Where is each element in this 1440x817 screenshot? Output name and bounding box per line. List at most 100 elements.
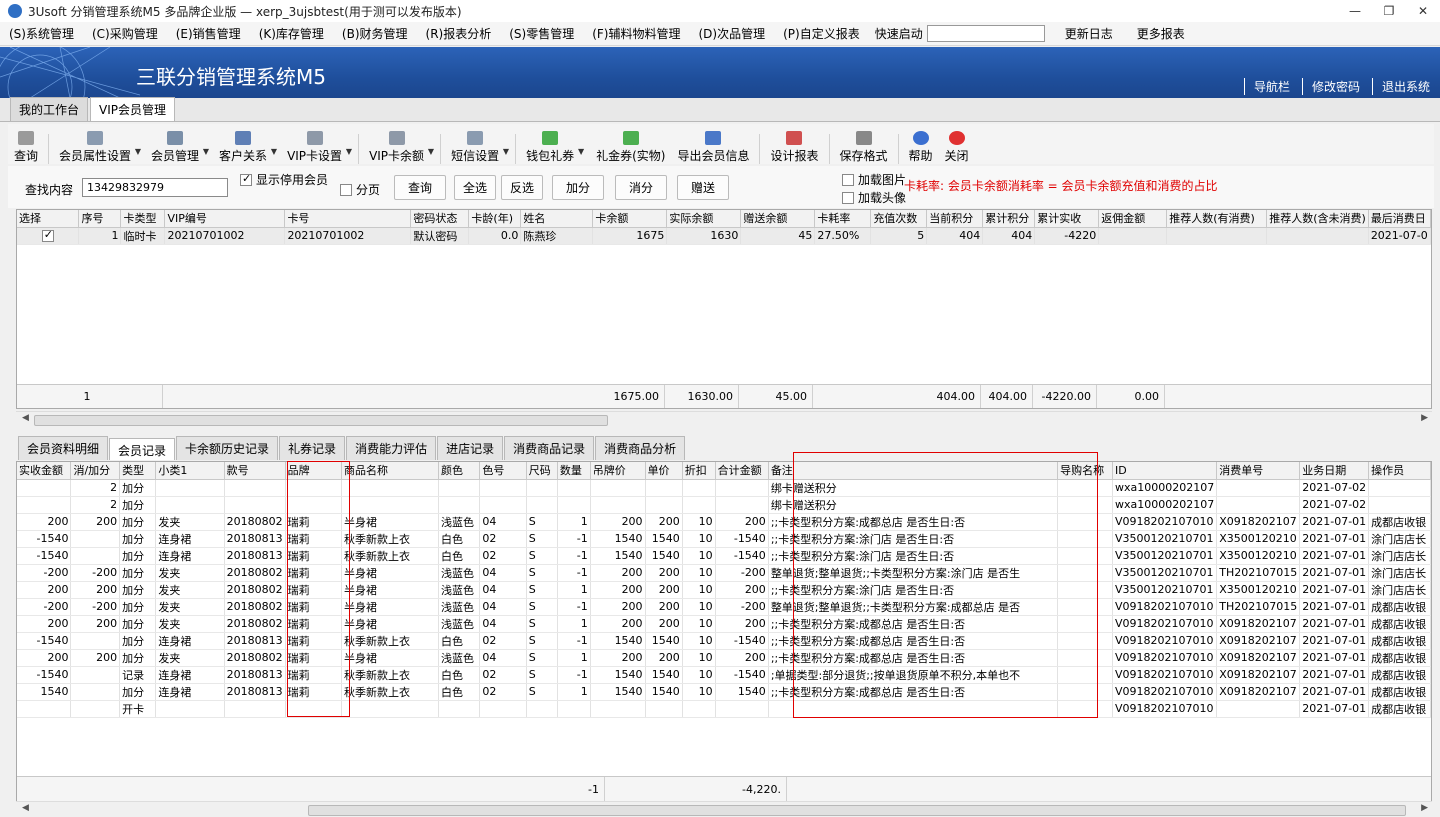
vip-card-settings-button[interactable]: VIP卡设置 ▼	[281, 131, 352, 164]
search-input[interactable]: 13429832979	[82, 178, 228, 197]
table-row[interactable]: -200 -200 加分 发夹 20180802 瑞莉 半身裙 浅蓝色 04 S -1 200 200 1…	[17, 564, 1431, 582]
scroll-left-icon[interactable]: ◀	[22, 803, 29, 813]
member-attr-button[interactable]: 会员属性设置 ▼	[53, 131, 141, 164]
vip-card-balance-button[interactable]: VIP卡余额 ▼	[363, 131, 434, 164]
deduct-points-button[interactable]: 消分	[615, 175, 667, 200]
select-all-button[interactable]: 全选	[454, 175, 496, 200]
tab-store-visits[interactable]: 进店记录	[437, 436, 504, 460]
scroll-left-icon[interactable]: ◀	[22, 413, 29, 423]
member-grid-hscrollbar[interactable]: ◀ ▶	[16, 411, 1432, 427]
paging-checkbox[interactable]: 分页	[340, 181, 380, 198]
menu-reports[interactable]: (R)报表分析	[417, 25, 501, 42]
menu-retail[interactable]: (S)零售管理	[500, 25, 583, 42]
record-grid-hscrollbar[interactable]: ◀ ▶	[16, 801, 1432, 817]
column-header[interactable]: 尺码	[526, 462, 558, 480]
menu-more-reports[interactable]: 更多报表	[1125, 25, 1197, 42]
column-header[interactable]: 累计实收	[1034, 210, 1100, 228]
close-icon[interactable]: ✕	[1406, 0, 1440, 22]
column-header[interactable]: 返佣金额	[1098, 210, 1168, 228]
load-avatar-checkbox[interactable]: 加载头像	[842, 189, 906, 206]
column-header[interactable]: 数量	[557, 462, 591, 480]
table-row[interactable]: -1540 加分 连身裙 20180813 瑞莉 秋季新款上衣 白色 02 S -1 1540 154…	[17, 547, 1431, 565]
column-header[interactable]: 选择	[17, 210, 80, 228]
minimize-icon[interactable]: —	[1338, 0, 1372, 22]
column-header[interactable]: 实收金额	[17, 462, 72, 480]
table-row[interactable]: -1540 加分 连身裙 20180813 瑞莉 秋季新款上衣 白色 02 S -1 1540 154…	[17, 632, 1431, 650]
table-row[interactable]: 2 加分 绑卡赠送积分 wxa10000202107 2021-07-02	[17, 496, 1431, 514]
tab-purchase-analysis[interactable]: 消费商品分析	[595, 436, 686, 460]
column-header[interactable]: 单价	[645, 462, 683, 480]
column-header[interactable]: 消/加分	[70, 462, 121, 480]
column-header[interactable]: 卡号	[284, 210, 412, 228]
menu-finance[interactable]: (B)财务管理	[333, 25, 417, 42]
table-row[interactable]: -1540 加分 连身裙 20180813 瑞莉 秋季新款上衣 白色 02 S -1 1540 154…	[17, 530, 1431, 548]
tab-balance-history[interactable]: 卡余额历史记录	[176, 436, 279, 460]
column-header[interactable]: 类型	[119, 462, 157, 480]
column-header[interactable]: 商品名称	[341, 462, 440, 480]
table-row[interactable]: 开卡 V0918202107010 2021-07-01 成都店收银	[17, 700, 1431, 718]
column-header[interactable]: 合计金额	[715, 462, 769, 480]
tab-member-details[interactable]: 会员资料明细	[18, 436, 109, 460]
column-header[interactable]: 最后消费日	[1368, 210, 1431, 228]
table-row[interactable]: 200 200 加分 发夹 20180802 瑞莉 半身裙 浅蓝色 04 S 1 200 200 10 20…	[17, 615, 1431, 633]
tab-coupon-records[interactable]: 礼券记录	[279, 436, 346, 460]
table-row[interactable]: -200 -200 加分 发夹 20180802 瑞莉 半身裙 浅蓝色 04 S -1 200 200 1…	[17, 598, 1431, 616]
save-format-button[interactable]: 保存格式	[834, 131, 894, 164]
close-button[interactable]: 关闭	[939, 131, 975, 164]
column-header[interactable]: 吊牌价	[590, 462, 646, 480]
menu-defects[interactable]: (D)次品管理	[690, 25, 775, 42]
column-header[interactable]: 充值次数	[870, 210, 928, 228]
add-points-button[interactable]: 加分	[552, 175, 604, 200]
column-header[interactable]: 卡类型	[120, 210, 166, 228]
column-header[interactable]: 卡余额	[592, 210, 668, 228]
column-header[interactable]: 赠送余额	[740, 210, 816, 228]
show-disabled-checkbox[interactable]: 显示停用会员	[240, 171, 328, 188]
sms-settings-button[interactable]: 短信设置 ▼	[445, 131, 509, 164]
invert-selection-button[interactable]: 反选	[501, 175, 543, 200]
quick-launch-input[interactable]	[926, 25, 1045, 42]
column-header[interactable]: 当前积分	[926, 210, 984, 228]
query-button[interactable]: 查询	[8, 131, 44, 164]
customer-relation-button[interactable]: 客户关系 ▼	[213, 131, 277, 164]
menu-custom-reports[interactable]: (P)自定义报表	[774, 25, 869, 42]
tab-purchase-records[interactable]: 消费商品记录	[504, 436, 595, 460]
tab-workbench[interactable]: 我的工作台	[10, 97, 89, 121]
column-header[interactable]: 推荐人数(有消费)	[1166, 210, 1268, 228]
load-image-checkbox[interactable]: 加载图片	[842, 171, 906, 188]
restore-icon[interactable]: ❐	[1372, 0, 1406, 22]
member-manage-button[interactable]: 会员管理 ▼	[145, 131, 209, 164]
table-row[interactable]: 200 200 加分 发夹 20180802 瑞莉 半身裙 浅蓝色 04 S 1 200 200 10 20…	[17, 513, 1431, 531]
tab-spending-evaluation[interactable]: 消费能力评估	[346, 436, 437, 460]
gift-voucher-button[interactable]: 礼金券(实物)	[590, 131, 671, 164]
menu-purchase[interactable]: (C)采购管理	[83, 25, 167, 42]
menu-materials[interactable]: (F)辅料物料管理	[583, 25, 689, 42]
column-header[interactable]: 实际余额	[666, 210, 742, 228]
table-row[interactable]: 1临时卡2021070100220210701002默认密码0.0陈燕珍1675…	[17, 227, 1431, 245]
column-header[interactable]: 姓名	[520, 210, 594, 228]
table-row[interactable]: -1540 记录 连身裙 20180813 瑞莉 秋季新款上衣 白色 02 S -1 1540 154…	[17, 666, 1431, 684]
menu-sales[interactable]: (E)销售管理	[167, 25, 250, 42]
table-row[interactable]: 200 200 加分 发夹 20180802 瑞莉 半身裙 浅蓝色 04 S 1 200 200 10 20…	[17, 581, 1431, 599]
scroll-right-icon[interactable]: ▶	[1421, 413, 1428, 423]
column-header[interactable]: 卡龄(年)	[468, 210, 522, 228]
scroll-right-icon[interactable]: ▶	[1421, 803, 1428, 813]
column-header[interactable]: 业务日期	[1299, 462, 1370, 480]
tab-member-records[interactable]: 会员记录	[109, 438, 176, 460]
wallet-coupon-button[interactable]: 钱包礼券 ▼	[520, 131, 584, 164]
scrollbar-thumb[interactable]	[308, 805, 1406, 816]
design-report-button[interactable]: 设计报表	[764, 131, 824, 164]
column-header[interactable]: ID	[1112, 462, 1218, 480]
nav-bar-link[interactable]: 导航栏	[1243, 78, 1296, 95]
column-header[interactable]: 累计积分	[982, 210, 1036, 228]
column-header[interactable]: 色号	[479, 462, 527, 480]
menu-changelog[interactable]: 更新日志	[1053, 25, 1125, 42]
column-header[interactable]: 密码状态	[410, 210, 470, 228]
column-header[interactable]: 款号	[224, 462, 286, 480]
tab-vip-management[interactable]: VIP会员管理	[90, 97, 176, 121]
menu-system[interactable]: (S)系统管理	[0, 25, 83, 42]
table-row[interactable]: 200 200 加分 发夹 20180802 瑞莉 半身裙 浅蓝色 04 S 1 200 200 10 20…	[17, 649, 1431, 667]
column-header[interactable]: VIP编号	[164, 210, 286, 228]
column-header[interactable]: 小类1	[155, 462, 225, 480]
logout-link[interactable]: 退出系统	[1371, 78, 1436, 95]
row-select-checkbox[interactable]	[41, 228, 54, 242]
